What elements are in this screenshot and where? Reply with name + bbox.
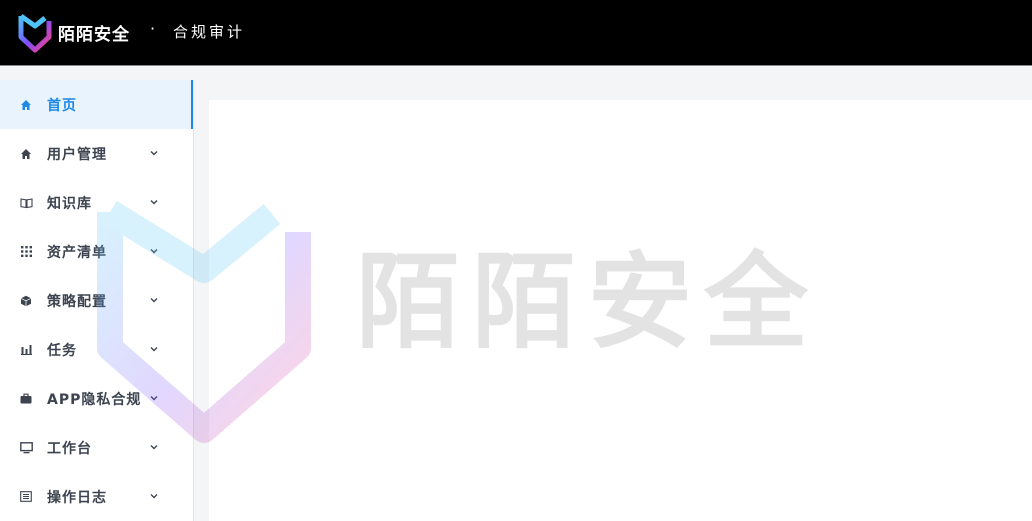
sidebar-item-label: 工作台 [47,440,92,457]
sidebar-item-home[interactable]: 首页 [0,80,193,129]
grid-icon [18,244,34,260]
watermark-logo-icon [97,200,311,443]
watermark-brand-text: 陌陌安全 [356,241,821,363]
chevron-down-icon[interactable] [148,147,160,159]
top-navbar: 陌陌安全 · 合规审计 [0,0,1032,66]
log-icon [18,489,34,505]
sidebar-item-label: 操作日志 [47,489,107,506]
briefcase-icon [18,391,34,407]
sidebar-item-label: 任务 [47,342,77,359]
title-separator: · [150,19,156,38]
bar-chart-icon [18,342,34,358]
cube-icon [18,293,34,309]
momo-security-logo[interactable] [18,13,52,53]
chevron-down-icon[interactable] [148,490,160,502]
home-icon [18,97,34,113]
brand-name: 陌陌安全 [58,25,130,45]
sidebar-item-label: 用户管理 [47,146,107,163]
sidebar-item-label: 知识库 [47,195,92,212]
sidebar-item-label: 首页 [47,97,77,114]
module-title: 合规审计 [173,23,246,41]
monitor-icon [18,440,34,456]
home-icon [18,146,34,162]
sidebar-item-operation-log[interactable]: 操作日志 [0,472,193,521]
book-icon [18,195,34,211]
sidebar-item-user-management[interactable]: 用户管理 [0,129,193,178]
